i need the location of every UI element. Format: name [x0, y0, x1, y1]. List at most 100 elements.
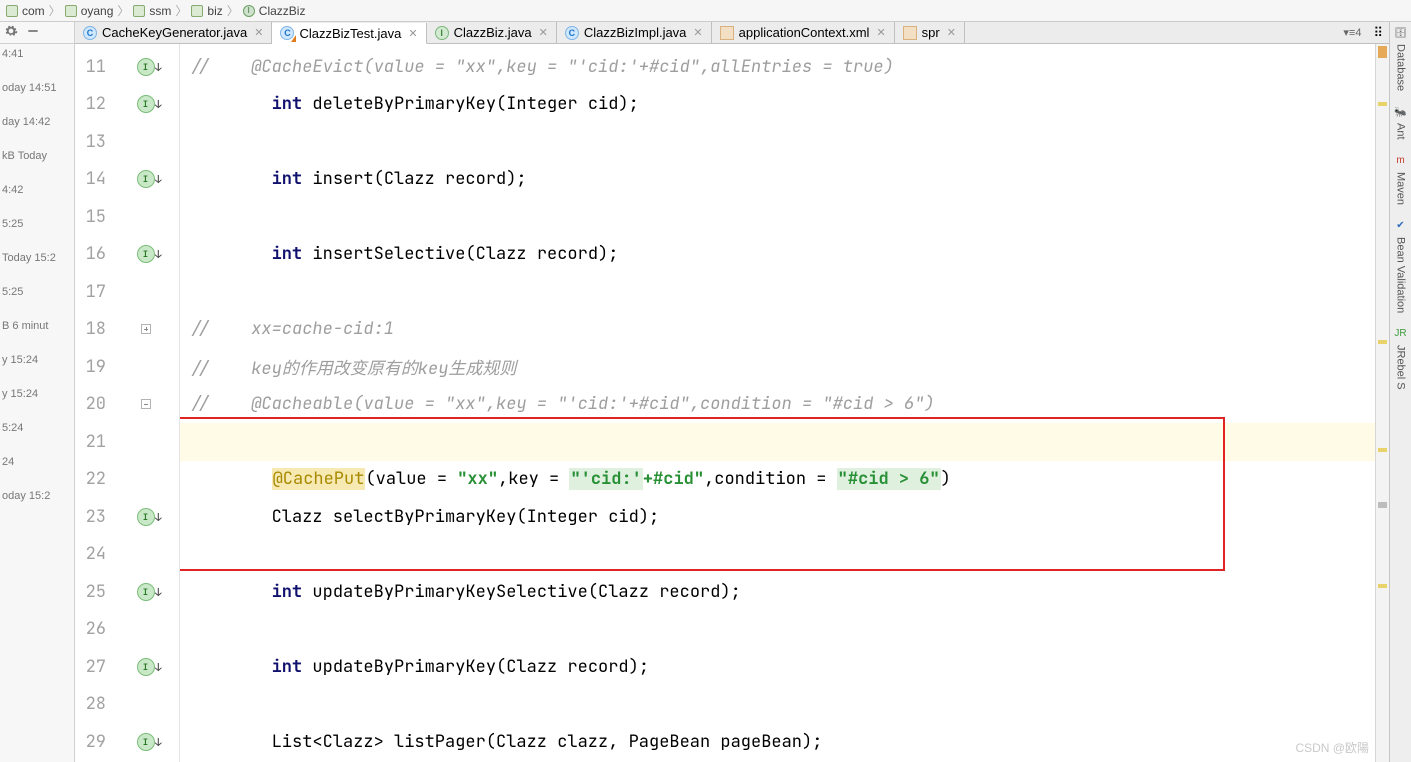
- line-number[interactable]: 20: [75, 386, 114, 424]
- implemented-icon[interactable]: I: [137, 583, 155, 601]
- code-line[interactable]: int updateByPrimaryKeySelective(Clazz re…: [180, 573, 1375, 611]
- editor-tab[interactable]: spr✕: [895, 22, 965, 43]
- editor-tab[interactable]: applicationContext.xml✕: [712, 22, 895, 43]
- gutter-cell[interactable]: I: [120, 648, 179, 686]
- history-entry[interactable]: 5:25: [0, 218, 74, 230]
- gutter-cell[interactable]: [120, 611, 179, 649]
- tool-window-button[interactable]: mMaven: [1394, 154, 1408, 205]
- code-line[interactable]: @CachePut(value = "xx",key = "'cid:'+#ci…: [180, 461, 1375, 499]
- history-entry[interactable]: day 14:42: [0, 116, 74, 128]
- implemented-icon[interactable]: I: [137, 508, 155, 526]
- gutter-cell[interactable]: [120, 311, 179, 349]
- editor-tab[interactable]: CClazzBizImpl.java✕: [557, 22, 712, 43]
- breadcrumb-item[interactable]: oyang: [65, 4, 114, 18]
- warning-mark[interactable]: [1378, 340, 1387, 344]
- collapse-icon[interactable]: [26, 24, 40, 41]
- code-line[interactable]: [180, 611, 1375, 649]
- history-entry[interactable]: y 15:24: [0, 388, 74, 400]
- history-entry[interactable]: 5:25: [0, 286, 74, 298]
- gutter-cell[interactable]: I: [120, 236, 179, 274]
- code-line[interactable]: int deleteByPrimaryKey(Integer cid);: [180, 86, 1375, 124]
- code-line[interactable]: [180, 423, 1375, 461]
- warning-mark[interactable]: [1378, 448, 1387, 452]
- editor-tab[interactable]: IClazzBiz.java✕: [427, 22, 557, 43]
- close-icon[interactable]: ✕: [254, 26, 263, 39]
- implemented-icon[interactable]: I: [137, 245, 155, 263]
- gutter-cell[interactable]: I: [120, 161, 179, 199]
- code-line[interactable]: List<Clazz> listPager(Clazz clazz, PageB…: [180, 723, 1375, 761]
- history-entry[interactable]: oday 14:51: [0, 82, 74, 94]
- gutter-cell[interactable]: [120, 198, 179, 236]
- line-number[interactable]: 18: [75, 311, 114, 349]
- history-entry[interactable]: 24: [0, 456, 74, 468]
- warning-mark[interactable]: [1378, 584, 1387, 588]
- fold-icon[interactable]: [141, 399, 151, 409]
- history-entry[interactable]: B 6 minut: [0, 320, 74, 332]
- history-entry[interactable]: y 15:24: [0, 354, 74, 366]
- implemented-icon[interactable]: I: [137, 58, 155, 76]
- line-number[interactable]: 22: [75, 461, 114, 499]
- code-line[interactable]: [180, 273, 1375, 311]
- gutter-cell[interactable]: I: [120, 573, 179, 611]
- breadcrumb-item[interactable]: ssm: [133, 4, 171, 18]
- gutter-cell[interactable]: [120, 123, 179, 161]
- line-number[interactable]: 11: [75, 48, 114, 86]
- tool-window-button[interactable]: JRJRebel S: [1394, 327, 1408, 390]
- implemented-icon[interactable]: I: [137, 95, 155, 113]
- caret-mark[interactable]: [1378, 502, 1387, 508]
- tool-window-button[interactable]: ✔Bean Validation: [1394, 219, 1408, 313]
- history-entry[interactable]: Today 15:2: [0, 252, 74, 264]
- close-icon[interactable]: ✕: [876, 26, 885, 39]
- code-editor[interactable]: 11121314151617181920212223242526272829 I…: [75, 44, 1389, 762]
- gutter-cell[interactable]: [120, 461, 179, 499]
- editor-tab[interactable]: CCacheKeyGenerator.java✕: [75, 22, 272, 43]
- breadcrumb-item[interactable]: com: [6, 4, 45, 18]
- gutter-cell[interactable]: I: [120, 498, 179, 536]
- code-line[interactable]: int insert(Clazz record);: [180, 161, 1375, 199]
- code-line[interactable]: Clazz selectByPrimaryKey(Integer cid);: [180, 498, 1375, 536]
- line-number[interactable]: 27: [75, 648, 114, 686]
- implemented-icon[interactable]: I: [137, 658, 155, 676]
- code-line[interactable]: [180, 686, 1375, 724]
- history-entry[interactable]: oday 15:2: [0, 490, 74, 502]
- gutter-cell[interactable]: I: [120, 723, 179, 761]
- tabs-menu-icon[interactable]: ⠿: [1367, 22, 1389, 43]
- close-icon[interactable]: ✕: [693, 26, 702, 39]
- tool-window-button[interactable]: 🐜Ant: [1394, 105, 1408, 140]
- history-entry[interactable]: kB Today: [0, 150, 74, 162]
- history-entry[interactable]: 4:42: [0, 184, 74, 196]
- gutter-cell[interactable]: [120, 423, 179, 461]
- editor-tab[interactable]: CClazzBizTest.java✕: [272, 23, 426, 44]
- line-number[interactable]: 21: [75, 423, 114, 461]
- breadcrumb-item[interactable]: IClazzBiz: [243, 4, 306, 18]
- code-line[interactable]: [180, 123, 1375, 161]
- code-line[interactable]: [180, 536, 1375, 574]
- line-number[interactable]: 13: [75, 123, 114, 161]
- code-line[interactable]: // @CacheEvict(value = "xx",key = "'cid:…: [180, 48, 1375, 86]
- code-line[interactable]: // key的作用改变原有的key生成规则: [180, 348, 1375, 386]
- line-number[interactable]: 29: [75, 723, 114, 761]
- code-line[interactable]: int updateByPrimaryKey(Clazz record);: [180, 648, 1375, 686]
- code-line[interactable]: // xx=cache-cid:1: [180, 311, 1375, 349]
- close-icon[interactable]: ✕: [539, 26, 548, 39]
- line-number[interactable]: 25: [75, 573, 114, 611]
- gear-icon[interactable]: [4, 24, 18, 41]
- implemented-icon[interactable]: I: [137, 170, 155, 188]
- gutter-cell[interactable]: [120, 686, 179, 724]
- history-entry[interactable]: 4:41: [0, 48, 74, 60]
- gutter-cell[interactable]: I: [120, 48, 179, 86]
- line-number[interactable]: 14: [75, 161, 114, 199]
- gutter-cell[interactable]: I: [120, 86, 179, 124]
- right-tool-strip[interactable]: 🗄Database🐜AntmMaven✔Bean ValidationJRJRe…: [1389, 22, 1411, 762]
- line-number[interactable]: 19: [75, 348, 114, 386]
- line-number[interactable]: 28: [75, 686, 114, 724]
- line-number[interactable]: 26: [75, 611, 114, 649]
- editor-tabs[interactable]: CCacheKeyGenerator.java✕CClazzBizTest.ja…: [75, 22, 1389, 44]
- gutter-cell[interactable]: [120, 273, 179, 311]
- close-icon[interactable]: ✕: [408, 27, 417, 40]
- error-stripe[interactable]: [1375, 44, 1389, 762]
- code-line[interactable]: int insertSelective(Clazz record);: [180, 236, 1375, 274]
- warning-mark[interactable]: [1378, 102, 1387, 106]
- line-number[interactable]: 23: [75, 498, 114, 536]
- gutter-cell[interactable]: [120, 536, 179, 574]
